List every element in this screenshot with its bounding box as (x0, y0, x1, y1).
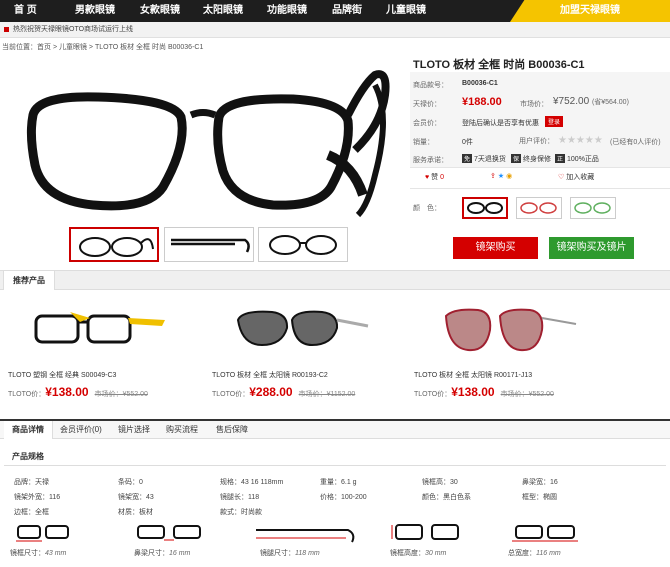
price-label: 天禄价： (413, 101, 441, 108)
login-button[interactable]: 登录 (545, 116, 564, 127)
service-label: 服务承诺： (413, 157, 448, 164)
tab-process[interactable]: 购买流程 (166, 421, 198, 439)
product-title: TLOTO 板材 全框 时尚 B00036-C1 (413, 59, 585, 71)
no-reason-return-icon: 免 (462, 154, 473, 163)
dim-temple: 镜腿尺寸：118 mm (260, 550, 320, 557)
recommend-price-2: TLOTO价：¥288.00 市场价：¥1152.00 (212, 385, 356, 399)
recommend-name-3[interactable]: TLOTO 板材 全框 太阳镜 R00171-J13 (414, 370, 532, 380)
notice-dot-icon (4, 26, 9, 32)
color-red[interactable] (516, 197, 562, 219)
heart-icon: ♡ (558, 174, 565, 181)
color-label: 颜 色： (413, 205, 441, 212)
dim-temple-icon (256, 529, 355, 543)
sales-label: 销量： (413, 139, 434, 146)
dim-frame: 镜框尺寸：43 mm (10, 550, 67, 557)
code-label: 商品款号： (413, 82, 448, 89)
product-code: B00036-C1 (462, 80, 498, 87)
dim-frame-icon (16, 525, 69, 542)
spec-barcode: 条码：0 (118, 479, 143, 486)
sales-value: 0件 (462, 139, 473, 146)
buy-frame-button[interactable]: 镜架购买 (453, 237, 538, 259)
recommend-header (0, 270, 670, 290)
share-icon: ⇪ (490, 173, 496, 180)
member-text: 登陆后确认是否享有优惠 (462, 120, 539, 127)
nav-women[interactable]: 女款眼镜 (140, 0, 180, 22)
recommend-name-2[interactable]: TLOTO 板材 全框 太阳镜 R00193-C2 (212, 370, 328, 380)
nav-sun[interactable]: 太阳眼镜 (203, 0, 243, 22)
spec-frame-width: 镜架宽：43 (118, 494, 154, 501)
market-price: ¥752.00 (省¥564.00) (553, 96, 629, 107)
dim-bridge: 鼻梁尺寸：16 mm (134, 550, 191, 557)
tab-details[interactable]: 商品详情 (4, 421, 53, 439)
warranty-icon: 保 (511, 154, 522, 163)
spec-shape: 框型：椭圆 (522, 494, 557, 501)
rating-stars-icon: ★★★★★ (558, 135, 603, 146)
nav-function[interactable]: 功能眼镜 (267, 0, 307, 22)
join-button[interactable]: 加盟天禄眼镜 (510, 0, 670, 22)
qzone-icon: ★ (497, 173, 505, 180)
thumbnail-3[interactable] (258, 227, 348, 262)
spec-temple: 镜腿长：118 (220, 494, 260, 501)
dim-bridge-icon (137, 525, 201, 541)
service-3: 正 100%正品 (555, 154, 599, 163)
market-label: 市场价： (520, 101, 548, 108)
thumbs-up-icon: ♥ (425, 174, 430, 181)
divider (410, 188, 670, 189)
spec-material: 材质：板材 (118, 509, 153, 516)
recommend-price-3: TLOTO价：¥138.00 市场价：¥552.00 (414, 385, 554, 399)
dim-height-icon (391, 524, 459, 540)
recommend-image-3[interactable] (440, 300, 580, 360)
dim-total-width-icon (512, 525, 578, 542)
dim-total-width: 总宽度：116 mm (508, 550, 561, 557)
spec-rim: 边框：全框 (14, 509, 49, 516)
spec-weight: 重量：6.1 g (320, 479, 357, 486)
dim-height: 镜框高度：30 mm (390, 550, 447, 557)
tab-aftersale[interactable]: 售后保障 (216, 421, 248, 439)
info-panel (410, 72, 670, 167)
spec-color: 颜色：黑白色系 (422, 494, 471, 501)
thumbnail-2[interactable] (164, 227, 254, 262)
nav-men[interactable]: 男款眼镜 (75, 0, 115, 22)
color-green[interactable] (570, 197, 616, 219)
like-button[interactable]: ♥ 赞 0 (425, 172, 444, 182)
notice-text[interactable]: 热烈祝贺天禄眼镜OTO商场试运行上线 (13, 26, 133, 33)
nav-kids[interactable]: 儿童眼镜 (386, 0, 426, 22)
spec-style: 款式：时尚款 (220, 509, 262, 516)
price-value: ¥188.00 (462, 96, 502, 108)
spec-title: 产品规格 (4, 448, 666, 466)
top-nav: 首 页 男款眼镜 女款眼镜 太阳眼镜 功能眼镜 品牌街 儿童眼镜 加盟天禄眼镜 (0, 0, 670, 22)
recommend-price-1: TLOTO价：¥138.00 市场价：¥552.00 (8, 385, 148, 399)
breadcrumb[interactable]: 当前位置：首页 > 儿童眼镜 > TLOTO 板材 全框 时尚 B00036-C… (2, 42, 203, 52)
favorite-button[interactable]: ♡ 加入收藏 (558, 172, 594, 182)
tab-reviews[interactable]: 会员评价(0) (60, 421, 102, 439)
service-1: 免 7天退换货 (462, 154, 506, 163)
notice-bar: 热烈祝贺天禄眼镜OTO商场试运行上线 (0, 22, 670, 38)
spec-size: 规格：43 16 118mm (220, 479, 284, 486)
nav-brand[interactable]: 品牌街 (332, 0, 362, 22)
spec-outer-width: 镜架外宽：116 (14, 494, 61, 501)
color-black[interactable] (462, 197, 508, 219)
spec-bridge: 鼻梁宽：16 (522, 479, 558, 486)
spec-frame-height: 镜框高：30 (422, 479, 458, 486)
main-product-image (26, 70, 390, 218)
spec-price: 价格：100-200 (320, 494, 367, 501)
tab-lens[interactable]: 镜片选择 (118, 421, 150, 439)
thumbnail-1[interactable] (69, 227, 159, 262)
nav-home[interactable]: 首 页 (14, 0, 37, 22)
buy-frame-lens-button[interactable]: 镜架购买及镜片 (549, 237, 634, 259)
share-icons[interactable]: ⇪ ★ ◉ (490, 172, 512, 180)
member-label: 会员价： (413, 120, 441, 127)
rating-label: 用户评价： (519, 138, 554, 145)
recommend-image-2[interactable] (232, 300, 372, 355)
review-count[interactable]: (已经有0人评价) (610, 137, 661, 147)
tab-recommend[interactable]: 推荐产品 (3, 270, 55, 290)
weibo-icon: ◉ (506, 173, 513, 180)
recommend-image-1[interactable] (30, 300, 170, 355)
divider (410, 167, 670, 168)
recommend-name-1[interactable]: TLOTO 塑钢 全框 经典 S00049-C3 (8, 370, 116, 380)
genuine-icon: 正 (555, 154, 566, 163)
service-2: 保终身保修 (511, 154, 552, 163)
spec-brand: 品牌：天禄 (14, 479, 49, 486)
